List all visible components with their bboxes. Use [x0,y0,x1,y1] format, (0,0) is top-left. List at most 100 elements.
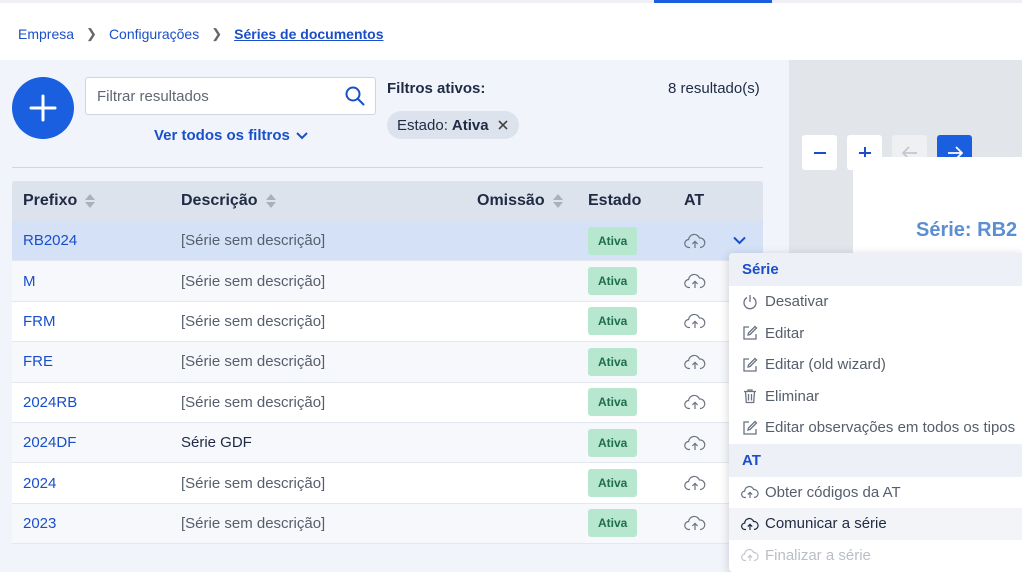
table-row[interactable]: FRE [Série sem descrição] Ativa [12,342,763,383]
menu-section-serie: Série [729,253,1022,286]
results-count: 8 resultado(s) [668,80,760,97]
cloud-upload-icon [741,546,759,564]
row-state: Ativa [588,226,684,255]
menu-item-label: Finalizar a série [765,546,871,564]
status-badge: Ativa [588,267,638,296]
chip-value: Ativa [451,116,489,134]
menu-section-at: AT [729,443,1022,477]
header-descricao[interactable]: Descrição [181,192,477,210]
table-row[interactable]: 2023 [Série sem descrição] Ativa [12,503,763,545]
row-description: [Série sem descrição] [181,312,326,330]
cloud-upload-icon[interactable] [684,273,724,289]
breadcrumb-series[interactable]: Séries de documentos [234,26,383,42]
row-prefix[interactable]: M [12,273,181,290]
menu-item-comunicar[interactable]: Comunicar a série [729,508,1022,540]
row-prefix[interactable]: 2024RB [12,394,181,411]
cloud-upload-icon[interactable] [684,435,724,451]
edit-icon [741,324,759,342]
menu-item-eliminar[interactable]: Eliminar [729,381,1022,413]
status-badge: Ativa [588,509,638,538]
trash-icon [741,387,759,405]
all-filters-link[interactable]: Ver todos os filtros [154,127,308,144]
cloud-upload-icon[interactable] [684,354,724,370]
status-badge: Ativa [588,307,638,336]
status-badge: Ativa [588,469,638,498]
header-label: Descrição [181,192,258,209]
row-state: Ativa [588,347,684,376]
edit-icon [741,356,759,374]
preview-title: Série: RB2 [916,219,1018,241]
row-expand[interactable] [724,236,754,245]
series-table: Prefixo Descrição Omissão Estado AT RB20… [12,181,763,545]
cloud-upload-icon[interactable] [684,515,724,531]
table-row[interactable]: 2024 [Série sem descrição] Ativa [12,463,763,504]
close-icon[interactable] [497,119,509,131]
menu-item-label: Comunicar a série [765,515,887,533]
row-description: [Série sem descrição] [181,353,326,371]
cloud-upload-icon[interactable] [684,233,724,249]
row-state: Ativa [588,388,684,417]
plus-icon [29,94,57,122]
menu-item-editar-old-wizard[interactable]: Editar (old wizard) [729,349,1022,381]
menu-item-finalizar[interactable]: Finalizar a série [729,540,1022,572]
breadcrumb-configuracoes[interactable]: Configurações [109,26,199,42]
add-series-button[interactable] [12,77,74,139]
chevron-down-icon [296,131,308,139]
all-filters-label: Ver todos os filtros [154,127,290,144]
table-row[interactable]: FRM [Série sem descrição] Ativa [12,301,763,343]
table-row[interactable]: 2024DF Série GDF Ativa [12,422,763,464]
menu-item-label: Desativar [765,293,829,311]
active-filters-label: Filtros ativos: [387,80,486,97]
row-prefix[interactable]: RB2024 [12,232,181,249]
menu-item-label: Editar (old wizard) [765,356,886,374]
menu-item-label: Obter códigos da AT [765,483,901,501]
header-omissao[interactable]: Omissão [477,192,588,210]
row-description: [Série sem descrição] [181,272,326,290]
table-row[interactable]: 2024RB [Série sem descrição] Ativa [12,382,763,423]
menu-item-editar[interactable]: Editar [729,318,1022,350]
table-row[interactable]: M [Série sem descrição] Ativa [12,261,763,302]
header-label: Prefixo [23,192,78,209]
row-prefix[interactable]: 2024DF [12,434,181,451]
menu-item-editar-observacoes[interactable]: Editar observações em todos os tipos [729,412,1022,444]
breadcrumb-empresa[interactable]: Empresa [18,26,74,42]
top-bar: Empresa ❯ Configurações ❯ Séries de docu… [0,0,1022,60]
header-prefixo[interactable]: Prefixo [12,192,181,210]
row-description: [Série sem descrição] [181,232,326,250]
cloud-upload-icon[interactable] [684,313,724,329]
menu-item-label: Editar [765,324,805,342]
menu-item-desativar[interactable]: Desativar [729,286,1022,318]
menu-item-obter-codigos[interactable]: Obter códigos da AT [729,477,1022,509]
cloud-upload-icon [741,515,759,533]
menu-item-label: Editar observações em todos os tipos [765,419,1016,437]
row-prefix[interactable]: 2023 [12,515,181,532]
header-at: AT [684,192,724,210]
active-tab-indicator [654,0,772,3]
row-state: Ativa [588,469,684,498]
cloud-upload-icon[interactable] [684,475,724,491]
sort-icon [265,194,276,208]
row-state: Ativa [588,428,684,457]
chevron-right-icon: ❯ [86,26,97,41]
divider [12,167,763,168]
header-label: AT [684,192,705,209]
row-prefix[interactable]: 2024 [12,475,181,492]
search-icon[interactable] [345,86,365,111]
row-state: Ativa [588,509,684,538]
row-description: [Série sem descrição] [181,514,326,532]
table-row[interactable]: RB2024 [Série sem descrição] Ativa [12,221,763,262]
status-badge: Ativa [588,388,638,417]
search-input[interactable] [97,78,337,114]
power-icon [741,293,759,311]
cloud-upload-icon[interactable] [684,394,724,410]
zoom-out-button[interactable] [802,135,837,170]
row-actions-menu: Série Desativar Editar Editar (old wizar… [729,253,1022,572]
sort-icon [552,194,563,208]
chevron-down-icon [732,236,746,245]
row-prefix[interactable]: FRM [12,313,181,330]
header-estado: Estado [588,192,684,210]
row-prefix[interactable]: FRE [12,353,181,370]
row-description: [Série sem descrição] [181,393,326,411]
edit-icon [741,419,759,437]
filter-chip-estado: Estado: Ativa [387,111,519,139]
